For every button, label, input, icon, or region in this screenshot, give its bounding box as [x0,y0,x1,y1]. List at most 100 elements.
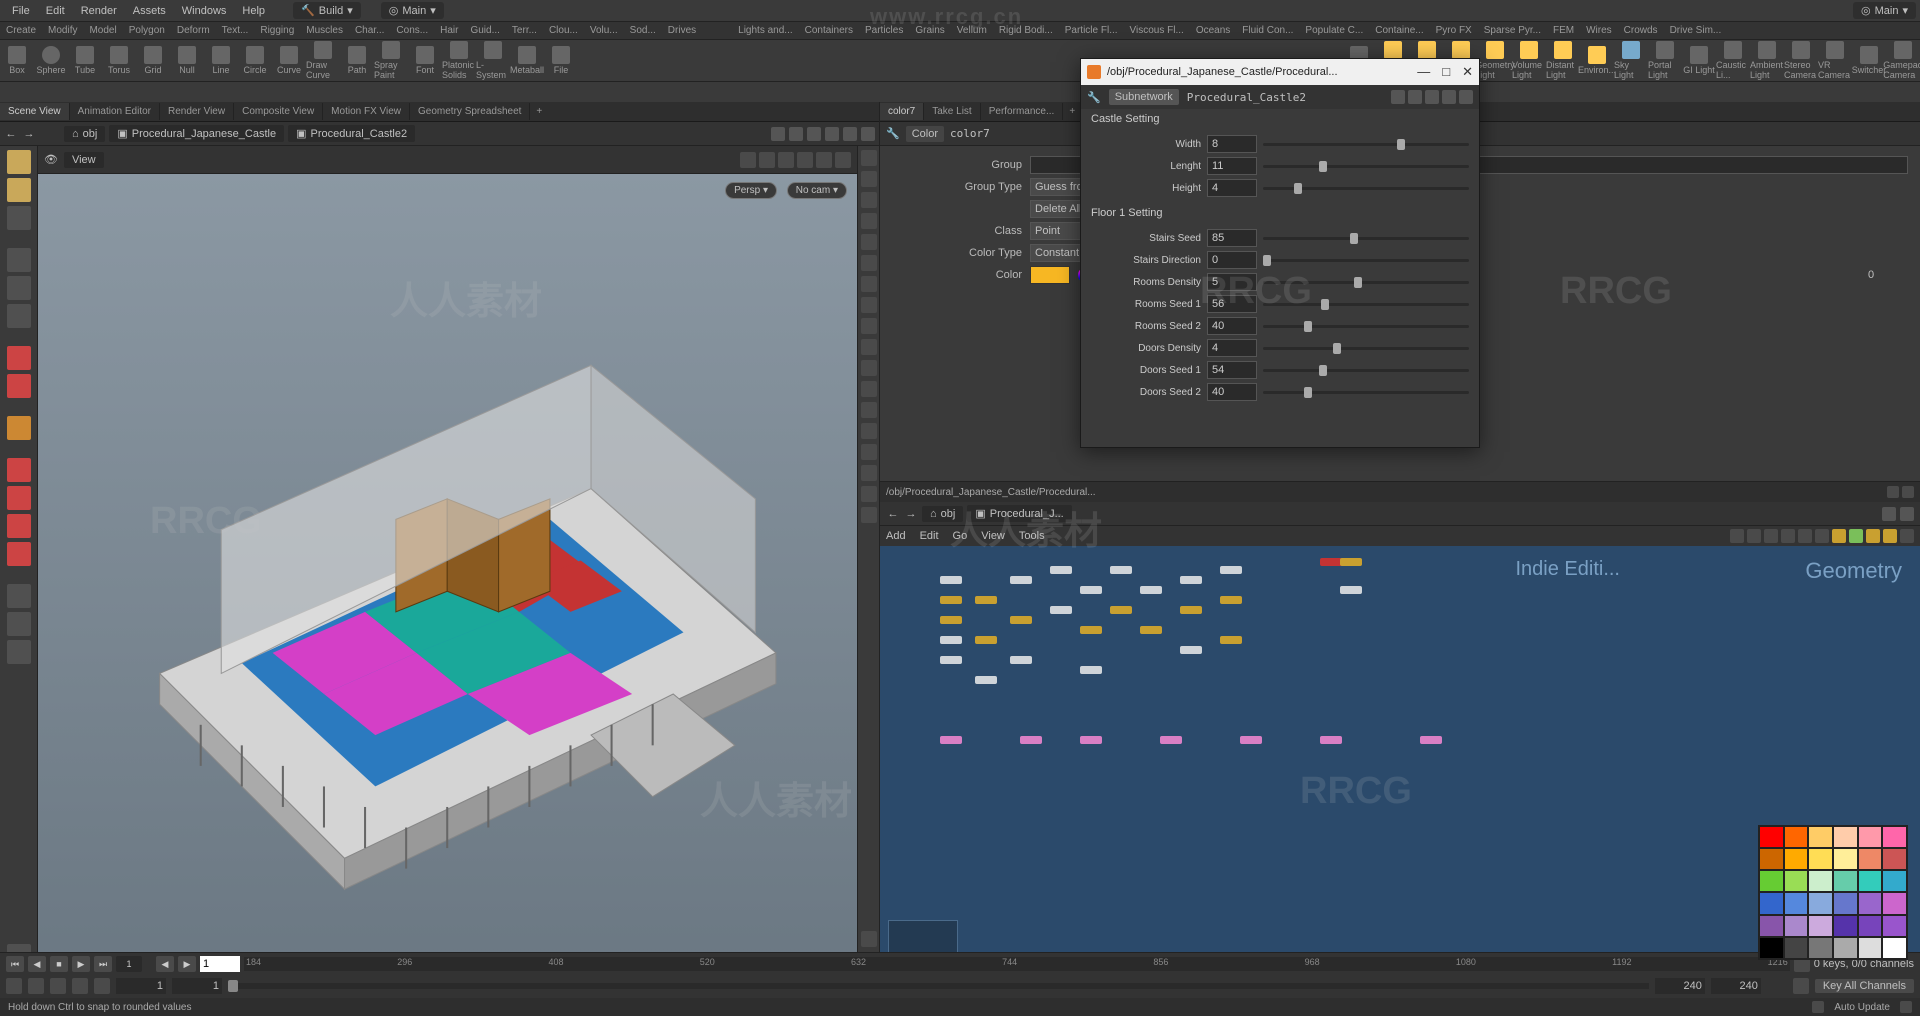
wrench-icon[interactable]: 🔧 [886,127,900,140]
menu-edit[interactable]: Edit [38,2,73,20]
palette-swatch[interactable] [1833,915,1858,937]
wrench-icon[interactable]: 🔧 [1087,91,1101,104]
field-length[interactable]: 11 [1207,157,1257,175]
disp-opt[interactable] [861,276,877,292]
shelf-tab[interactable]: Crowds [1618,23,1664,38]
tab-composite-view[interactable]: Composite View [234,103,323,120]
slider-rooms-seed2[interactable] [1263,325,1469,328]
field-stairs-dir[interactable]: 0 [1207,251,1257,269]
status-icon[interactable] [1812,1001,1824,1013]
shelf-tab[interactable]: Model [83,23,122,38]
search-icon[interactable] [1425,90,1439,104]
net-tool-icon[interactable] [1866,529,1880,543]
eye-icon[interactable]: 👁 [44,153,58,166]
field-width[interactable]: 8 [1207,135,1257,153]
palette-swatch[interactable] [1808,915,1833,937]
tool-envlight[interactable]: Environ... [1580,46,1614,75]
nav-fwd-icon[interactable]: → [22,127,36,141]
net-tool-icon[interactable] [1747,529,1761,543]
tool-box[interactable]: Box [0,46,34,75]
shelf-tab[interactable]: Sod... [624,23,662,38]
menu-render[interactable]: Render [73,2,125,20]
field-rooms-seed2[interactable]: 40 [1207,317,1257,335]
shelf-tab[interactable]: Fluid Con... [1236,23,1299,38]
disp-opt[interactable] [861,931,877,947]
slider-doors-seed2[interactable] [1263,391,1469,394]
tool-portallight[interactable]: Portal Light [1648,41,1682,80]
shelf-tab[interactable]: Particle Fl... [1059,23,1124,38]
range-start[interactable]: 1 [116,978,166,994]
palette-swatch[interactable] [1833,937,1858,959]
color-swatch[interactable] [1030,266,1070,284]
palette-swatch[interactable] [1759,915,1784,937]
range-start2[interactable]: 1 [172,978,222,994]
tool-d[interactable] [7,304,31,328]
tool-k[interactable] [7,542,31,566]
step-back-button[interactable]: ◀ [28,956,46,972]
auto-update-label[interactable]: Auto Update [1834,1002,1890,1013]
shelf-tab[interactable]: Volu... [584,23,624,38]
palette-swatch[interactable] [1858,826,1883,848]
tab-scene-view[interactable]: Scene View [0,103,70,120]
shelf-tab[interactable]: Rigging [254,23,300,38]
shelf-tab[interactable]: Hair [434,23,464,38]
net-menu-view[interactable]: View [981,530,1005,542]
shelf-tab[interactable]: Lights and... [732,23,798,38]
vp-icon[interactable] [816,152,832,168]
tab-color7[interactable]: color7 [880,103,924,120]
shelf-tab[interactable]: Cons... [390,23,434,38]
shelf-tab[interactable]: Create [0,23,42,38]
shelf-tab[interactable]: Guid... [464,23,505,38]
palette-swatch[interactable] [1759,848,1784,870]
net-opt[interactable] [1900,507,1914,521]
float-titlebar[interactable]: /obj/Procedural_Japanese_Castle/Procedur… [1081,59,1479,85]
range-opt[interactable] [6,978,22,994]
net-tool-icon[interactable] [1730,529,1744,543]
net-tool-icon[interactable] [1815,529,1829,543]
field-height[interactable]: 4 [1207,179,1257,197]
current-frame[interactable]: 1 [200,956,240,972]
disp-opt[interactable] [861,423,877,439]
range-opt[interactable] [28,978,44,994]
net-tool-icon[interactable] [1798,529,1812,543]
shelf-tab[interactable]: FEM [1547,23,1580,38]
slider-rooms-density[interactable] [1263,281,1469,284]
tab-render-view[interactable]: Render View [160,103,234,120]
palette-swatch[interactable] [1833,826,1858,848]
shelf-tab[interactable]: Drive Sim... [1664,23,1728,38]
tab-anim-editor[interactable]: Animation Editor [70,103,160,120]
tab-motionfx-view[interactable]: Motion FX View [323,103,410,120]
shelf-tab[interactable]: Sparse Pyr... [1478,23,1547,38]
tool-l[interactable] [7,584,31,608]
net-tool-icon[interactable] [1849,529,1863,543]
shelf-tab[interactable]: Pyro FX [1430,23,1478,38]
close-button[interactable]: ✕ [1462,64,1473,80]
disp-opt[interactable] [861,507,877,523]
disp-opt[interactable] [861,318,877,334]
tool-ambientlight[interactable]: Ambient Light [1750,41,1784,80]
info-icon[interactable] [1442,90,1456,104]
shelf-tab[interactable]: Char... [349,23,390,38]
slider-length[interactable] [1263,165,1469,168]
nav-back-icon[interactable]: ← [886,507,900,521]
range-opt[interactable] [94,978,110,994]
viewport-3d-canvas[interactable]: Persp ▾ No cam ▾ [38,174,857,968]
palette-swatch[interactable] [1858,870,1883,892]
tool-geolight[interactable]: Geometry Light [1478,41,1512,80]
shelf-tab[interactable]: Vellum [951,23,993,38]
palette-swatch[interactable] [1784,892,1809,914]
disp-opt[interactable] [861,339,877,355]
field-doors-seed1[interactable]: 54 [1207,361,1257,379]
tool-sphere[interactable]: Sphere [34,46,68,75]
tool-stereocam[interactable]: Stereo Camera [1784,41,1818,80]
tool-grid[interactable]: Grid [136,46,170,75]
net-menu-go[interactable]: Go [953,530,968,542]
nav-fwd-icon[interactable]: → [904,507,918,521]
disp-opt[interactable] [861,297,877,313]
palette-swatch[interactable] [1759,826,1784,848]
tool-vollight[interactable]: Volume Light [1512,41,1546,80]
slider-rooms-seed1[interactable] [1263,303,1469,306]
crumb-castle2[interactable]: ▣Procedural_Castle2 [288,125,415,142]
palette-swatch[interactable] [1833,892,1858,914]
key-fwd-button[interactable]: ▶ [178,956,196,972]
